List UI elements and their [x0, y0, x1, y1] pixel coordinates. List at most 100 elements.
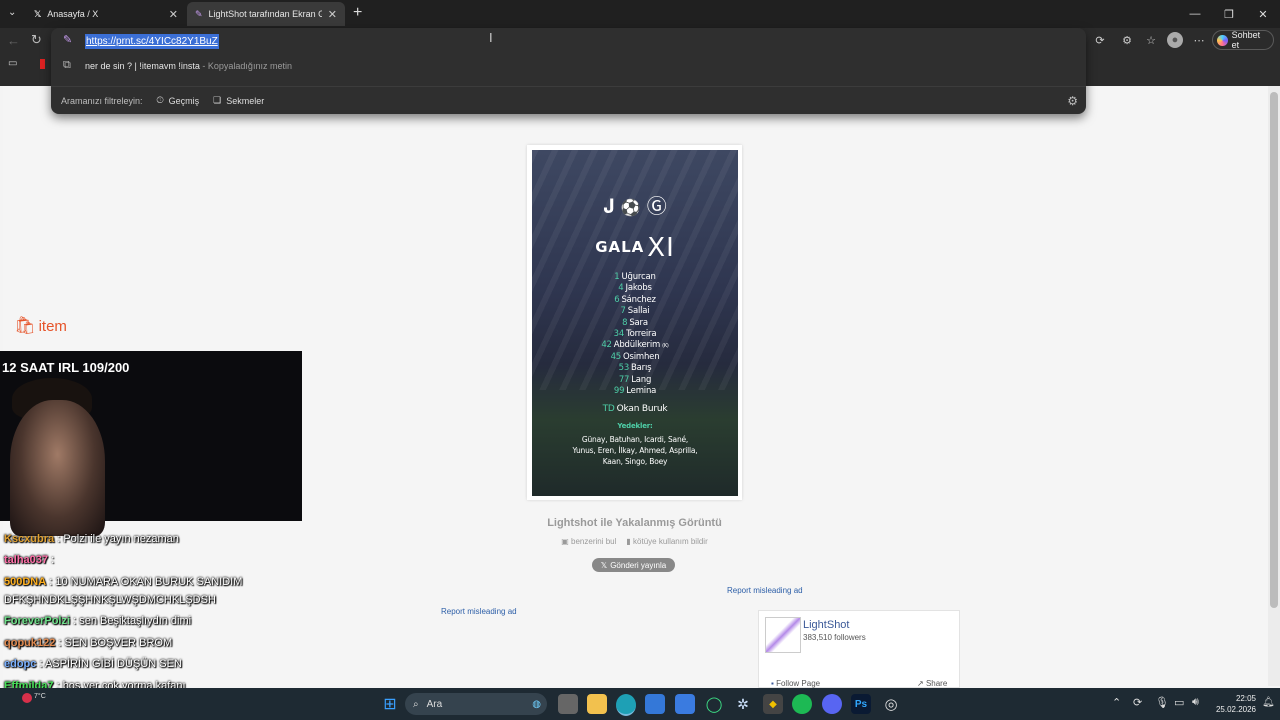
window-close-icon[interactable]: ✕: [1246, 0, 1280, 28]
spotify-icon[interactable]: [792, 694, 812, 714]
close-tab-icon[interactable]: ✕: [169, 8, 178, 21]
chat-message: ForeverPolzi : sen Beşiktaşlıydın dimi: [4, 615, 191, 627]
copilot-icon: [1217, 34, 1228, 46]
subs-line: Yunus, Eren, İlkay, Ahmed, Asprilla,: [572, 446, 698, 455]
coach-line: TD Okan Buruk: [602, 404, 668, 414]
player-row: 34 Torreira: [613, 329, 657, 339]
stream-title: 12 SAAT IRL 109/200: [2, 360, 130, 375]
minimize-icon[interactable]: —: [1178, 0, 1212, 28]
chat-message: Kscxubra : Polzi ile yayın nezaman: [4, 533, 179, 545]
chat-message: DFKŞHNDKLŞŞHNKŞLWŞDMCHKLŞDSH: [4, 594, 216, 606]
taskbar-clock[interactable]: 22:05 25.02.2026: [1208, 693, 1256, 715]
report-ad-link-left[interactable]: Report misleading ad: [441, 607, 517, 616]
x-logo-icon: 𝕏: [600, 560, 608, 570]
mail-icon[interactable]: [675, 694, 695, 714]
lineup-poster[interactable]: 𝐉 ⚽ Ⓖ GALA XI 1 Uğurcan 4 Jakobs 6 Sánchez 7 Sal…: [532, 150, 738, 496]
player-row: 99 Lemina: [613, 386, 657, 396]
tab-lightshot[interactable]: ✎ LightShot tarafından Ekran Görünt ✕: [187, 2, 345, 26]
find-similar-link[interactable]: ▣ benzerini bul: [561, 537, 616, 546]
lightshot-logo-icon[interactable]: [765, 617, 801, 653]
tray-sync-icon[interactable]: ⟳: [1133, 696, 1142, 709]
windows-taskbar: 7°C: [0, 688, 1280, 720]
filter-tabs-button[interactable]: ❏ Sekmeler: [213, 95, 264, 106]
chat-text: : Polzi ile yayın nezaman: [57, 533, 179, 545]
restore-icon[interactable]: ❐: [1212, 0, 1246, 28]
weather-icon[interactable]: [22, 693, 32, 703]
tray-chevron-icon[interactable]: ⌃: [1112, 696, 1121, 709]
post-to-x-button[interactable]: 𝕏 Gönderi yayınla: [592, 558, 675, 572]
extensions-icon[interactable]: ⟳: [1092, 32, 1108, 48]
player-row: 42 Abdülkerim (K): [601, 340, 669, 351]
fb-page-name[interactable]: LightShot: [803, 619, 849, 631]
close-tab-icon[interactable]: ✕: [328, 8, 337, 21]
new-tab-plus-icon[interactable]: +: [353, 4, 362, 22]
copilot-chat-button[interactable]: Sohbet et: [1212, 30, 1274, 50]
lightshot-caption: Lightshot ile Yakalanmış Görüntü: [547, 517, 722, 529]
taskbar-search[interactable]: ⌕ Ara ◍: [405, 693, 547, 715]
chat-text: : sen Beşiktaşlıydın dimi: [73, 615, 192, 627]
lightshot-feather-icon: ✎: [63, 34, 73, 46]
discord-icon[interactable]: [822, 694, 842, 714]
chat-text: DFKŞHNDKLŞŞHNKŞLWŞDMCHKLŞDSH: [4, 594, 216, 606]
back-arrow-icon[interactable]: ←: [7, 33, 20, 48]
lightshot-feather-icon: ✎: [195, 8, 203, 19]
chat-message: 500DNA : 10 NUMARA OKAN BURUK SANIDIM: [4, 576, 242, 588]
itemsatis-logo: 🛍︎ item: [14, 316, 67, 335]
reading-list-icon[interactable]: ▭: [8, 58, 17, 69]
window-controls: — ❐ ✕: [1178, 0, 1280, 28]
search-highlight-icon: ◍: [532, 698, 541, 710]
weather-temp: 7°C: [34, 693, 46, 700]
file-explorer-icon[interactable]: [587, 694, 607, 714]
report-abuse-link[interactable]: ▮ kötüye kullanım bildir: [626, 537, 707, 546]
fb-share-button[interactable]: ↗ Share: [917, 679, 947, 688]
extension-puzzle-icon[interactable]: ⚙: [1119, 32, 1135, 48]
more-menu-icon[interactable]: ⋯: [1191, 32, 1207, 48]
filter-history-button[interactable]: 🕓︎ Geçmiş: [157, 95, 200, 106]
facebook-icon: ▪: [771, 679, 774, 688]
edge-browser-icon[interactable]: [616, 694, 636, 716]
start-windows-icon[interactable]: ⊞: [380, 694, 400, 714]
player-row: 53 Barış: [618, 363, 652, 374]
lineup-title: GALA XI: [595, 233, 675, 263]
favorites-star-icon[interactable]: ☆: [1143, 32, 1159, 48]
subs-line: Günay, Batuhan, Icardi, Sané,: [581, 435, 689, 444]
tab-list-chevron-icon[interactable]: ⌄: [8, 7, 16, 18]
chat-message: talha037 :: [4, 554, 54, 566]
tray-volume-icon[interactable]: 🔊︎: [1192, 696, 1199, 709]
task-view-icon[interactable]: [558, 694, 578, 714]
app-badge-icon[interactable]: ◎: [881, 694, 901, 714]
app-yellow-icon[interactable]: ◆: [763, 694, 783, 714]
chat-username: ForeverPolzi: [4, 615, 71, 627]
chat-username: talha037: [4, 554, 49, 566]
report-ad-link-right[interactable]: Report misleading ad: [727, 586, 803, 595]
chat-message: qopuk122 : SEN BOŞVER BROM: [4, 637, 172, 649]
chat-text: : ASPİRİN GİBİ DÜŞÜN SEN: [39, 658, 182, 670]
chat-text: : 10 NUMARA OKAN BURUK SANIDIM: [49, 576, 243, 588]
tray-display-icon[interactable]: ▭: [1174, 696, 1184, 709]
facebook-page-card: LightShot 383,510 followers ▪ Follow Pag…: [758, 610, 960, 688]
address-input[interactable]: https://prnt.sc/4YICc82Y1BuZ: [85, 34, 219, 49]
clipboard-suggestion[interactable]: ner de sin ? | !itemavm !insta - Kopyala…: [85, 61, 292, 71]
chat-username: edopc: [4, 658, 37, 670]
refresh-icon[interactable]: ↻: [31, 32, 42, 48]
notification-bell-icon[interactable]: 🔔︎: [1262, 697, 1275, 708]
whatsapp-icon[interactable]: ◯: [704, 694, 724, 714]
webcam-person: [10, 400, 105, 536]
subs-line: Kaan, Singo, Boey: [602, 457, 668, 466]
player-row: 7 Sallai: [620, 306, 650, 317]
flag-icon: ▮: [626, 537, 631, 546]
scrollbar-thumb[interactable]: [1270, 92, 1278, 608]
photoshop-icon[interactable]: Ps: [851, 694, 871, 714]
player-row: 1 Uğurcan: [614, 272, 656, 282]
fb-follow-button[interactable]: ▪ Follow Page: [771, 679, 820, 688]
tray-mic-icon[interactable]: 🎙︎: [1155, 696, 1169, 709]
image-actions: ▣ benzerini bul ▮ kötüye kullanım bildir: [527, 537, 742, 546]
chat-username: 500DNA: [4, 576, 47, 588]
steam-like-icon[interactable]: ✲: [733, 694, 753, 714]
chat-text: :: [51, 554, 55, 566]
tab-x-home[interactable]: 𝕏 Anasayfa / X ✕: [26, 2, 186, 26]
profile-avatar-icon[interactable]: ●: [1167, 32, 1183, 48]
settings-gear-icon[interactable]: ⚙: [1067, 94, 1078, 108]
shopping-bag-icon: 🛍︎: [14, 316, 36, 335]
microsoft-store-icon[interactable]: [645, 694, 665, 714]
